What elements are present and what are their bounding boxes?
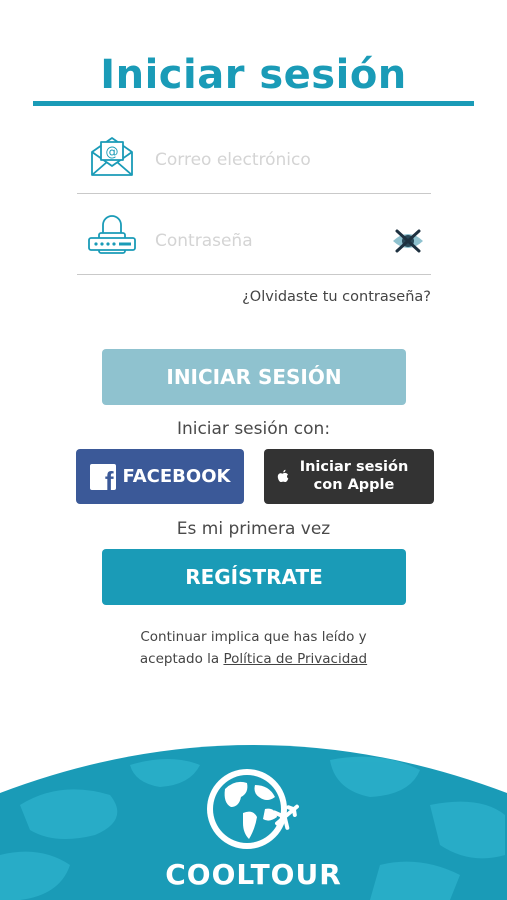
legal-line-2-prefix: aceptado la (139, 650, 220, 667)
apple-icon (277, 469, 289, 482)
login-with-label: Iniciar sesión con: (176, 419, 331, 439)
apple-button-label-line1: Iniciar sesión (299, 459, 409, 476)
apple-login-button[interactable]: Iniciar sesión con Apple (264, 449, 434, 504)
register-button[interactable]: REGÍSTRATE (102, 549, 406, 605)
page-title: Iniciar sesión (100, 52, 407, 98)
password-field-row (77, 209, 431, 275)
globe-icon (207, 769, 299, 849)
login-button[interactable]: INICIAR SESIÓN (102, 349, 406, 405)
privacy-policy-link[interactable]: Política de Privacidad (223, 651, 367, 667)
facebook-icon: f (89, 463, 116, 490)
eye-hidden-icon[interactable] (391, 227, 425, 255)
brand-logo-text: COOLTOUR (165, 858, 342, 891)
title-underline (33, 101, 474, 106)
legal-line-2: aceptado la Política de Privacidad (0, 649, 507, 671)
email-field-row: @ (77, 128, 431, 194)
first-time-label: Es mi primera vez (176, 519, 331, 539)
legal-notice: Continuar implica que has leído y acepta… (0, 627, 507, 670)
facebook-button-label: FACEBOOK (122, 466, 231, 487)
lock-icon (88, 215, 136, 254)
email-input[interactable] (155, 146, 395, 174)
legal-line-1: Continuar implica que has leído y (140, 629, 367, 645)
facebook-login-button[interactable]: f FACEBOOK (76, 449, 244, 504)
password-input[interactable] (155, 227, 395, 255)
apple-button-label-line2: con Apple (313, 476, 395, 493)
forgot-password-link[interactable]: ¿Olvidaste tu contraseña? (242, 289, 431, 305)
email-icon: @ (91, 137, 133, 176)
svg-text:@: @ (106, 145, 119, 160)
